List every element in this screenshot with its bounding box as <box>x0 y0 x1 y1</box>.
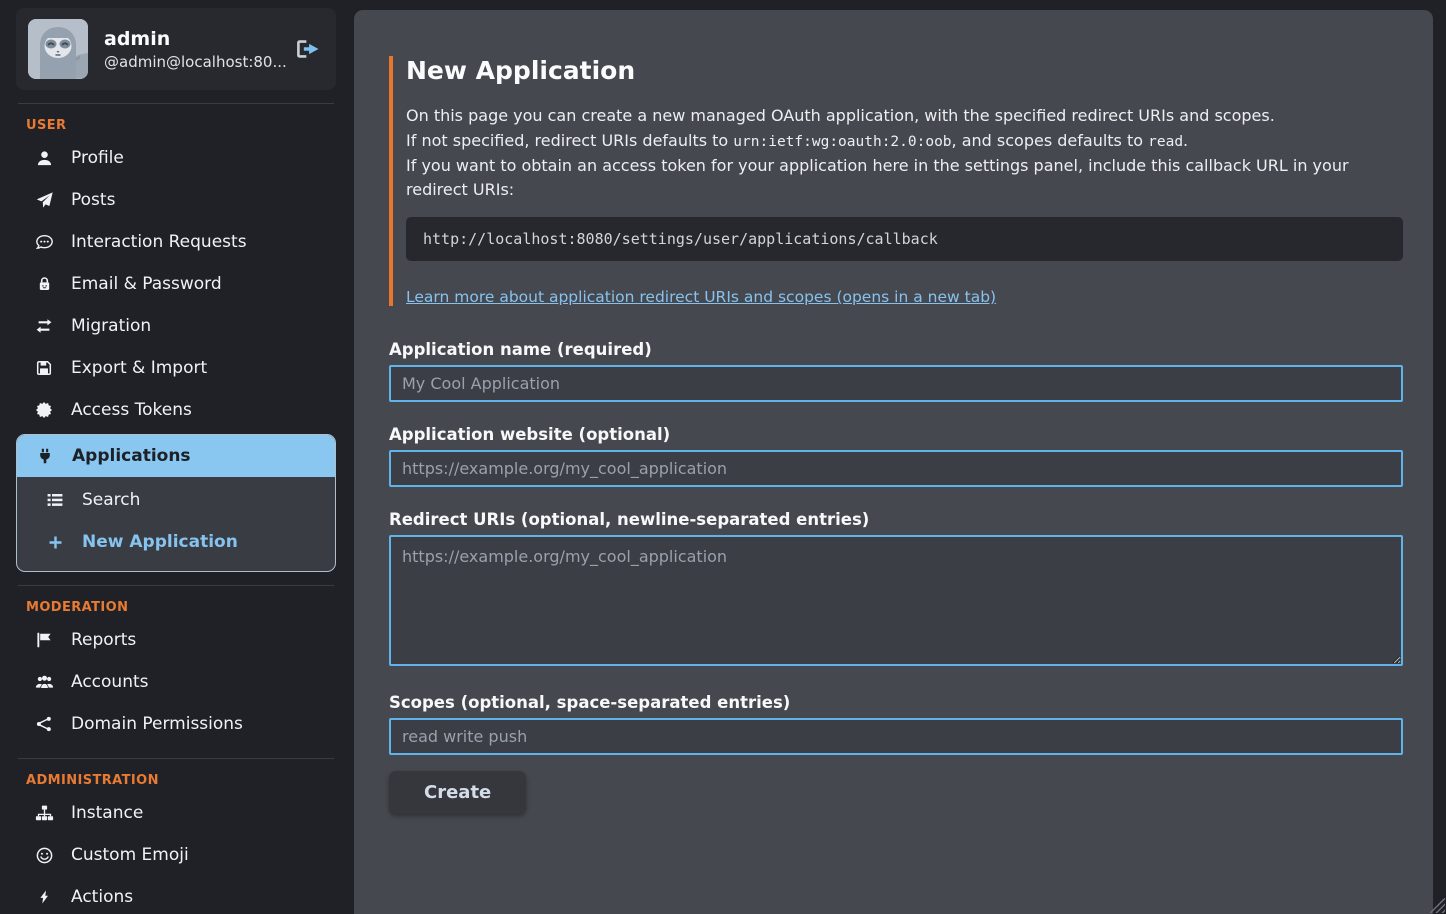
sitemap-icon <box>34 805 54 821</box>
page-header: New Application On this page you can cre… <box>389 56 1403 306</box>
sidebar-item-access-tokens[interactable]: Access Tokens <box>16 389 336 431</box>
comment-icon <box>34 234 54 251</box>
sidebar-item-label: Domain Permissions <box>71 714 243 734</box>
sidebar-item-instance[interactable]: Instance <box>16 792 336 834</box>
submenu-item-new-application[interactable]: New Application <box>17 521 335 563</box>
page-title: New Application <box>406 56 1403 85</box>
window-resize-grip[interactable] <box>1430 898 1445 913</box>
user-card[interactable]: admin @admin@localhost:80... <box>16 8 336 90</box>
submenu-item-search[interactable]: Search <box>17 479 335 521</box>
paper-plane-icon <box>34 192 54 209</box>
sidebar-item-email-password[interactable]: Email & Password <box>16 263 336 305</box>
sidebar-item-label: Reports <box>71 630 136 650</box>
sidebar-item-label: Access Tokens <box>71 400 192 420</box>
lock-icon <box>34 276 54 292</box>
sidebar-item-export-import[interactable]: Export & Import <box>16 347 336 389</box>
sidebar-item-label: Accounts <box>71 672 149 692</box>
application-website-label: Application website (optional) <box>389 425 1403 444</box>
sidebar-item-accounts[interactable]: Accounts <box>16 661 336 703</box>
submenu-item-label: Search <box>82 490 140 510</box>
logout-icon[interactable] <box>296 39 320 59</box>
sidebar-item-domain-permissions[interactable]: Domain Permissions <box>16 703 336 745</box>
users-icon <box>34 674 54 690</box>
bolt-icon <box>34 889 54 905</box>
learn-more-link[interactable]: Learn more about application redirect UR… <box>406 288 996 306</box>
applications-submenu: Search New Application <box>17 477 335 571</box>
plug-icon <box>35 448 55 464</box>
divider <box>18 758 334 759</box>
sidebar-item-label: Instance <box>71 803 143 823</box>
sidebar-item-actions[interactable]: Actions <box>16 876 336 914</box>
create-button[interactable]: Create <box>389 771 526 814</box>
plus-icon <box>45 535 65 550</box>
divider <box>18 103 334 104</box>
sidebar-item-label: Applications <box>72 446 191 466</box>
sidebar-item-reports[interactable]: Reports <box>16 619 336 661</box>
scopes-group: Scopes (optional, space-separated entrie… <box>389 693 1403 755</box>
user-handle: @admin@localhost:80... <box>104 53 280 71</box>
redirect-uris-textarea[interactable] <box>389 535 1403 666</box>
inline-code-read: read <box>1148 134 1183 150</box>
exchange-arrows-icon <box>34 318 54 334</box>
flag-icon <box>34 632 54 648</box>
submenu-item-label: New Application <box>82 532 238 552</box>
main-panel: New Application On this page you can cre… <box>354 10 1433 914</box>
applications-group: Applications Search New Application <box>16 434 336 572</box>
application-name-group: Application name (required) <box>389 340 1403 402</box>
user-name: admin <box>104 28 280 50</box>
application-name-input[interactable] <box>389 365 1403 402</box>
user-icon <box>34 150 54 167</box>
sidebar-item-label: Custom Emoji <box>71 845 189 865</box>
callback-url-code-block: http://localhost:8080/settings/user/appl… <box>406 217 1403 261</box>
sidebar-item-applications[interactable]: Applications <box>17 435 335 477</box>
sidebar-item-profile[interactable]: Profile <box>16 137 336 179</box>
sidebar-item-custom-emoji[interactable]: Custom Emoji <box>16 834 336 876</box>
sidebar-item-label: Interaction Requests <box>71 232 247 252</box>
section-header-user: USER <box>26 118 336 133</box>
new-application-form: Application name (required) Application … <box>389 340 1403 814</box>
scopes-input[interactable] <box>389 718 1403 755</box>
sidebar-item-label: Migration <box>71 316 151 336</box>
intro-text: On this page you can create a new manage… <box>406 104 1403 203</box>
certificate-icon <box>34 402 54 418</box>
inline-code-oob: urn:ietf:wg:oauth:2.0:oob <box>733 134 951 150</box>
sidebar-item-label: Posts <box>71 190 115 210</box>
sidebar-item-migration[interactable]: Migration <box>16 305 336 347</box>
sidebar-item-interaction-requests[interactable]: Interaction Requests <box>16 221 336 263</box>
list-icon <box>45 492 65 508</box>
smiley-icon <box>34 847 54 864</box>
section-header-moderation: MODERATION <box>26 600 336 615</box>
intro-line-2: If not specified, redirect URIs defaults… <box>406 129 1403 154</box>
application-website-group: Application website (optional) <box>389 425 1403 487</box>
application-website-input[interactable] <box>389 450 1403 487</box>
floppy-disk-icon <box>34 360 54 376</box>
section-header-administration: ADMINISTRATION <box>26 773 336 788</box>
user-meta: admin @admin@localhost:80... <box>104 28 280 71</box>
intro-line-3: If you want to obtain an access token fo… <box>406 154 1403 204</box>
sidebar-item-label: Actions <box>71 887 133 907</box>
scopes-label: Scopes (optional, space-separated entrie… <box>389 693 1403 712</box>
sidebar-item-posts[interactable]: Posts <box>16 179 336 221</box>
sidebar: admin @admin@localhost:80... USER Profil… <box>0 0 354 914</box>
redirect-uris-group: Redirect URIs (optional, newline-separat… <box>389 510 1403 670</box>
divider <box>18 585 334 586</box>
share-nodes-icon <box>34 716 54 732</box>
application-name-label: Application name (required) <box>389 340 1403 359</box>
sidebar-item-label: Profile <box>71 148 124 168</box>
sidebar-item-label: Export & Import <box>71 358 207 378</box>
intro-line-1: On this page you can create a new manage… <box>406 104 1403 129</box>
sidebar-item-label: Email & Password <box>71 274 222 294</box>
avatar <box>28 19 88 79</box>
redirect-uris-label: Redirect URIs (optional, newline-separat… <box>389 510 1403 529</box>
